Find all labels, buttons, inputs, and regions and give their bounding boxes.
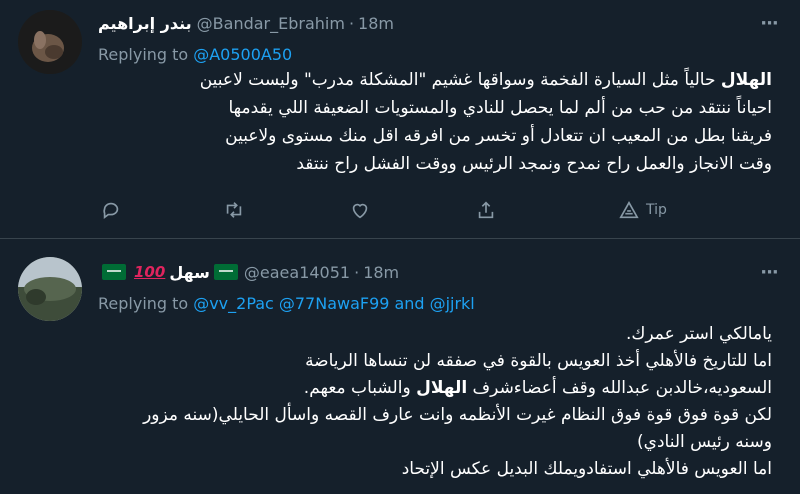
tip-label: Tip [646, 202, 667, 218]
separator: · [354, 262, 360, 282]
display-name[interactable]: سهل [169, 263, 210, 282]
handle[interactable]: @eaea14051 [244, 263, 350, 282]
timestamp[interactable]: 18m [358, 14, 394, 33]
share-button[interactable] [475, 194, 497, 226]
and-text: and [394, 293, 425, 313]
more-options-icon[interactable]: ··· [758, 12, 780, 34]
tweet-actions: Tip [98, 194, 698, 226]
tweet-line: الهلال حالياً مثل السيارة الفخمة وسواقها… [98, 66, 772, 94]
replying-to: Replying to @A0500A50 [98, 42, 292, 66]
heart-icon [352, 203, 368, 219]
hundred-points-icon: 100 [134, 263, 166, 281]
replying-to-label: Replying to [98, 44, 189, 64]
replying-to-label: Replying to [98, 293, 189, 313]
tweet-card[interactable]: 100 سهل @eaea14051 · 18m ··· Replying to… [0, 239, 800, 494]
reply-icon [103, 202, 119, 219]
tweet-text: الهلال حالياً مثل السيارة الفخمة وسواقها… [98, 66, 772, 178]
avatar[interactable] [18, 10, 82, 74]
mention-link[interactable]: @77NawaF99 [279, 294, 390, 313]
tweet-line: يامالكي استر عمرك. [626, 324, 772, 344]
hashtag-word: الهلال [416, 378, 468, 398]
mention-link[interactable]: @vv_2Pac [193, 294, 274, 313]
retweet-icon [226, 202, 242, 218]
tweet-line: لكن قوة فوق قوة فوق النظام غيرت الأنظمه … [143, 405, 772, 425]
share-icon [478, 201, 494, 219]
retweet-button[interactable] [223, 194, 245, 226]
avatar[interactable] [18, 257, 82, 321]
tweet-line: فريقنا بطل من المعيب ان تتعادل أو تخسر م… [225, 126, 772, 146]
reply-button[interactable] [100, 194, 122, 226]
tweet-line: وقت الانجاز والعمل راح نمدح ونمجد الرئيس… [296, 154, 772, 174]
tweet-header: 100 سهل @eaea14051 · 18m [98, 259, 399, 285]
tweet-line-text: السعوديه،خالدبن عبدالله وقف أعضاءشرف [467, 378, 772, 398]
mention-link[interactable]: @A0500A50 [193, 45, 292, 64]
tweet-text: يامالكي استر عمرك. اما للتاريخ فالأهلي أ… [98, 321, 772, 483]
tweet-line: احياناً ننتقد من حب من ألم لما يحصل للنا… [228, 98, 772, 118]
handle[interactable]: @Bandar_Ebrahim [197, 14, 345, 33]
like-button[interactable] [349, 194, 371, 226]
tip-icon [619, 200, 639, 219]
tweet-line: وسنه رئيس النادي) [637, 432, 772, 452]
tweet-line: اما العويس فالأهلي استفادويملك البديل عك… [401, 459, 772, 479]
tweet-line: السعوديه،خالدبن عبدالله وقف أعضاءشرف اله… [98, 375, 772, 402]
separator: · [348, 13, 355, 33]
tweet-card[interactable]: بندر إبراهيم @Bandar_Ebrahim · 18m ··· R… [0, 0, 800, 238]
more-options-icon[interactable]: ··· [758, 261, 780, 283]
tweet-line: اما للتاريخ فالأهلي أخذ العويس بالقوة في… [305, 351, 772, 371]
mention-link[interactable]: @jjrkl [430, 294, 475, 313]
tweet-line-text: والشباب معهم. [303, 378, 417, 398]
saudi-flag-icon [102, 264, 126, 280]
tip-button[interactable]: Tip [618, 194, 667, 226]
replying-to: Replying to @vv_2Pac @77NawaF99 and @jjr… [98, 291, 475, 315]
display-name[interactable]: بندر إبراهيم [98, 14, 192, 33]
saudi-flag-icon [213, 264, 238, 280]
tweet-header: بندر إبراهيم @Bandar_Ebrahim · 18m [98, 10, 394, 36]
tweet-line-text: حالياً مثل السيارة الفخمة وسواقها غشيم "… [199, 70, 721, 90]
hashtag-word: الهلال [720, 70, 772, 90]
timestamp[interactable]: 18m [363, 263, 399, 282]
